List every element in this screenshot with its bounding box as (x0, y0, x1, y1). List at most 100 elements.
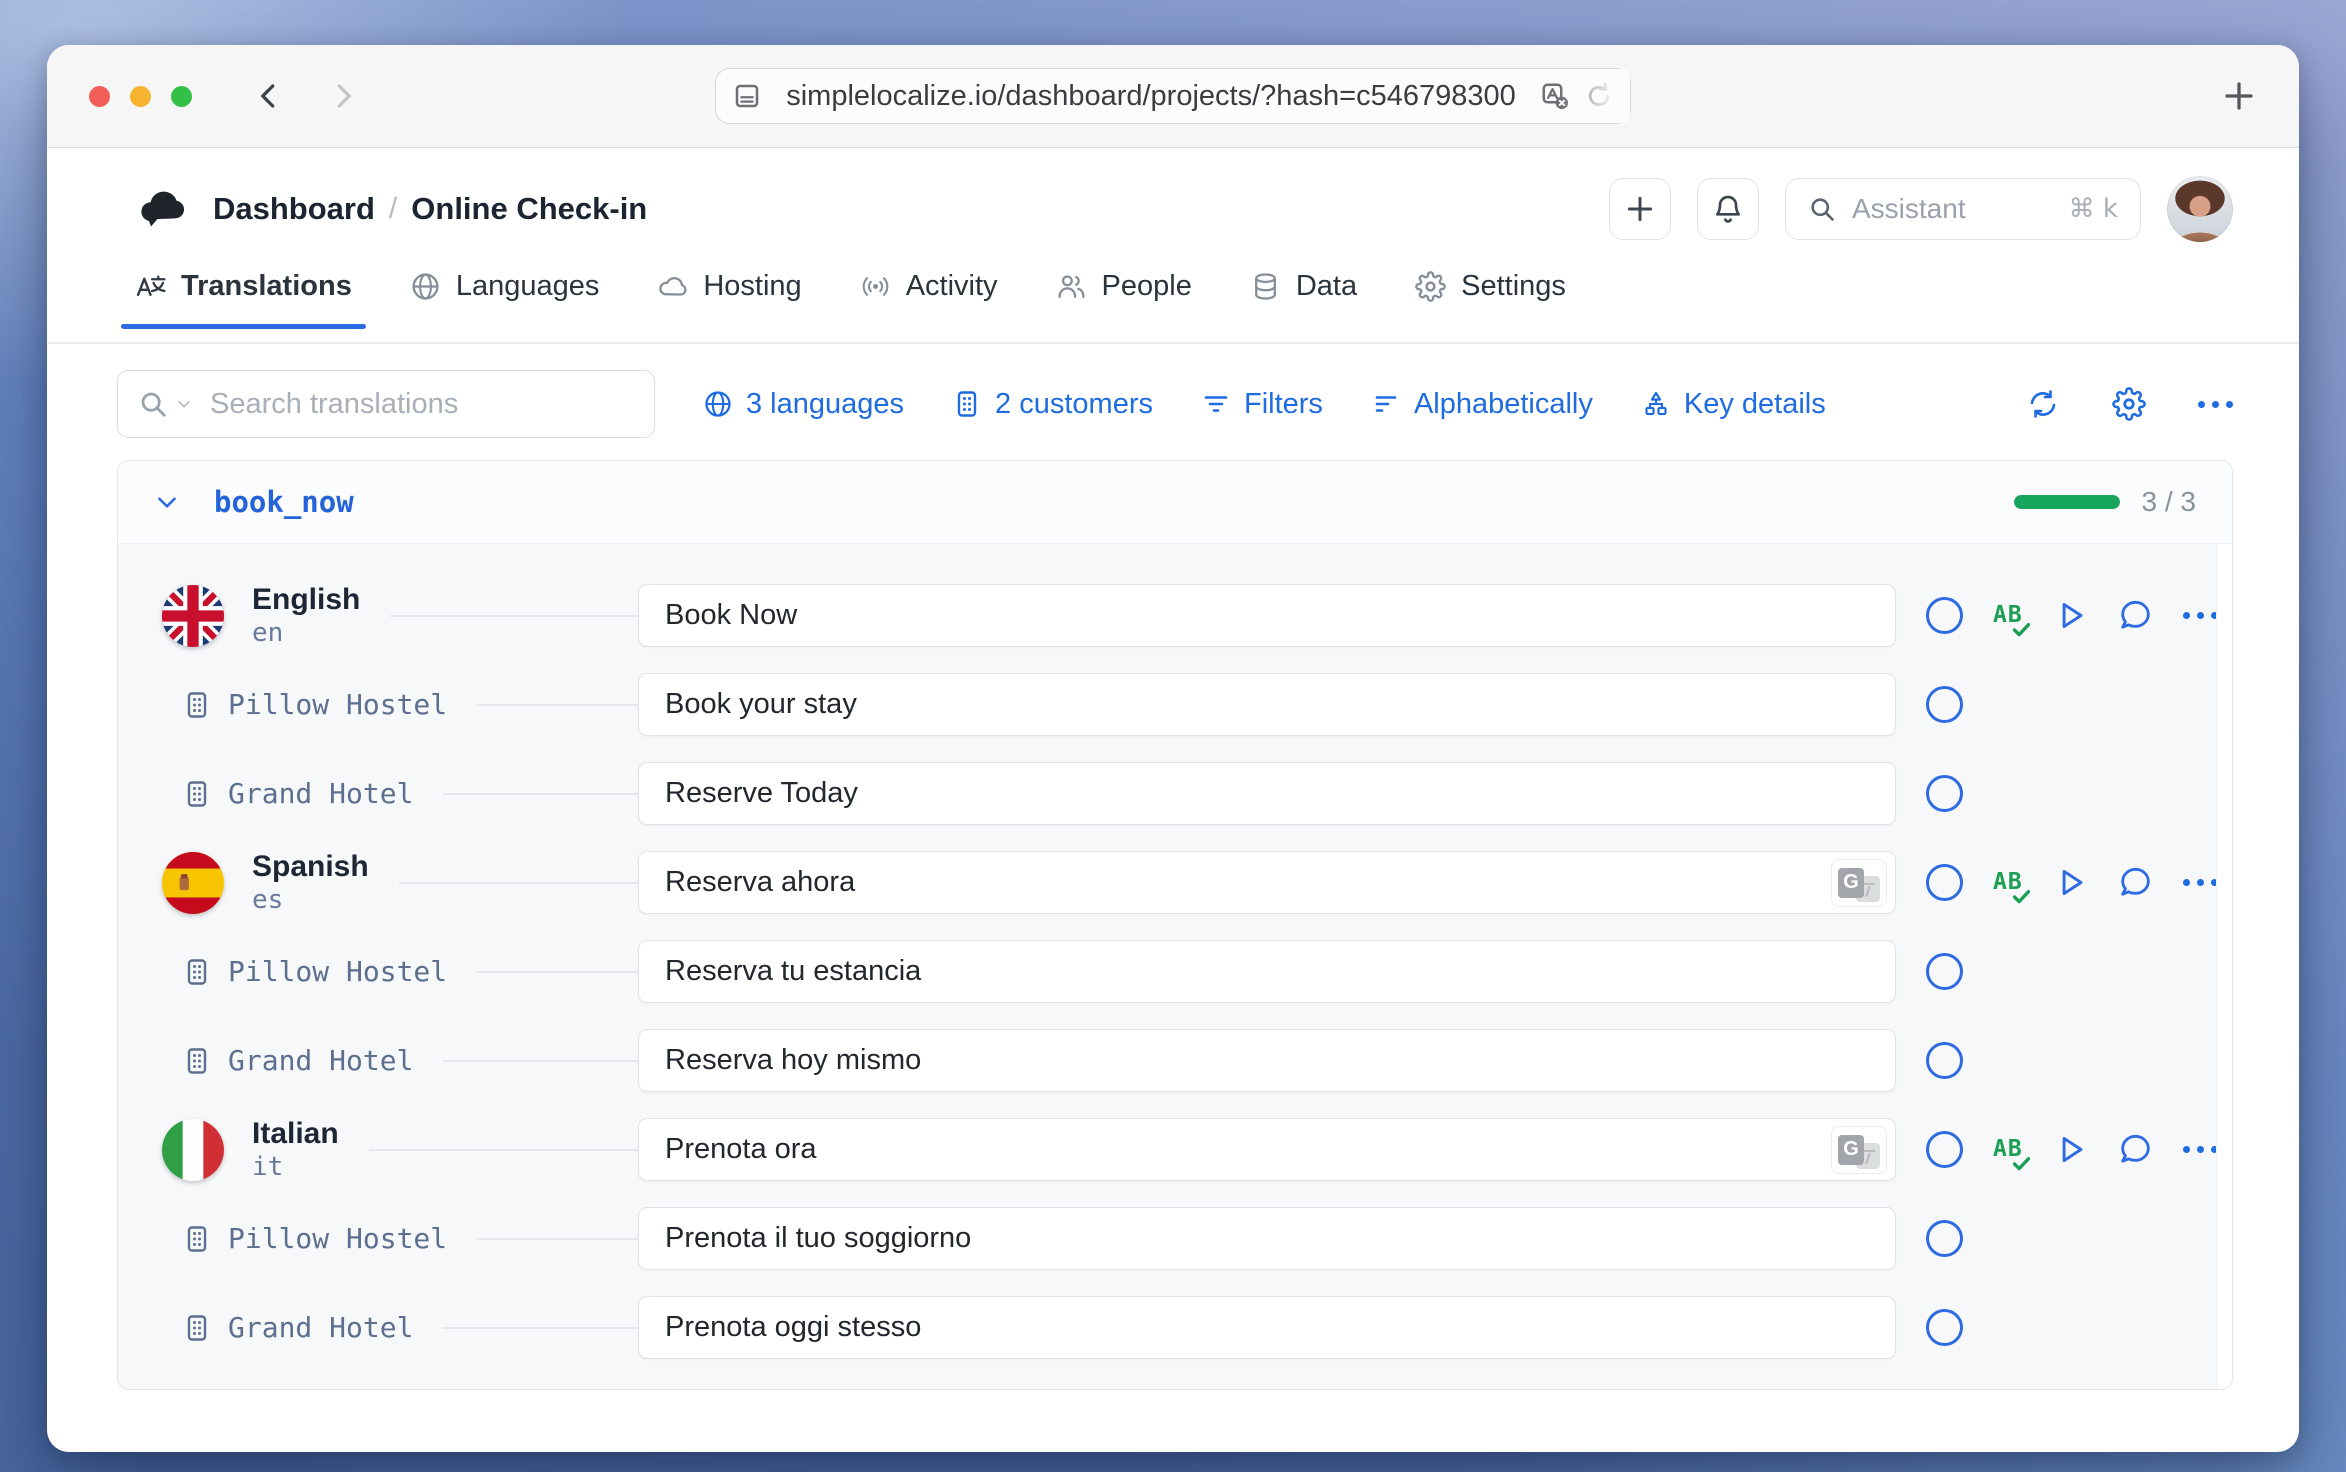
globe-icon (703, 389, 733, 419)
more-options-icon[interactable] (2198, 401, 2233, 408)
search-translations-field[interactable] (117, 370, 655, 438)
connector-line (477, 704, 638, 706)
spellcheck-icon[interactable]: AB (1993, 871, 2023, 894)
status-circle-icon[interactable] (1926, 597, 1963, 634)
spellcheck-icon[interactable]: AB (1993, 604, 2023, 627)
address-bar[interactable]: simplelocalize.io/dashboard/projects/?ha… (715, 68, 1631, 124)
translation-input-pillow-hostel-it[interactable] (638, 1207, 1896, 1270)
building-icon (182, 1313, 212, 1343)
language-name: English (252, 583, 360, 617)
translation-input-pillow-hostel-en[interactable] (638, 673, 1896, 736)
filter-label: Key details (1684, 388, 1826, 421)
translation-input-english[interactable] (638, 584, 1896, 647)
play-icon[interactable] (2053, 598, 2088, 633)
close-button[interactable] (89, 86, 110, 107)
language-name: Spanish (252, 850, 369, 884)
building-icon (182, 1224, 212, 1254)
connector-line (443, 1060, 638, 1062)
scrollbar[interactable] (2216, 544, 2232, 1389)
customer-name: Pillow Hostel (228, 1222, 447, 1255)
people-icon (1056, 271, 1087, 302)
translation-input-pillow-hostel-es[interactable] (638, 940, 1896, 1003)
sort-button[interactable]: Alphabetically (1371, 388, 1593, 421)
tab-label: Hosting (703, 270, 801, 303)
sort-icon (1371, 389, 1401, 419)
tab-data[interactable]: Data (1250, 270, 1357, 327)
building-icon (182, 690, 212, 720)
comment-icon[interactable] (2118, 865, 2153, 900)
reader-view-icon[interactable] (732, 81, 762, 111)
chevron-down-icon[interactable] (176, 396, 192, 412)
flag-spain-icon (162, 852, 224, 914)
status-circle-icon[interactable] (1926, 1042, 1963, 1079)
tab-translations[interactable]: Translations (135, 270, 352, 327)
key-details-button[interactable]: Key details (1641, 388, 1826, 421)
customer-name: Grand Hotel (228, 1044, 413, 1077)
customer-name: Pillow Hostel (228, 688, 447, 721)
tab-hosting[interactable]: Hosting (657, 270, 801, 327)
building-icon (952, 389, 982, 419)
status-circle-icon[interactable] (1926, 953, 1963, 990)
user-avatar[interactable] (2167, 176, 2233, 242)
translation-input-spanish[interactable] (638, 851, 1896, 914)
status-circle-icon[interactable] (1926, 775, 1963, 812)
translation-input-grand-hotel-es[interactable] (638, 1029, 1896, 1092)
breadcrumb-separator: / (389, 192, 397, 226)
translation-row: Pillow Hostel (154, 1207, 2196, 1270)
status-circle-icon[interactable] (1926, 686, 1963, 723)
project-tabs: Translations Languages Hosting Activity … (47, 270, 2299, 342)
tab-languages[interactable]: Languages (410, 270, 600, 327)
assistant-shortcut: ⌘ k (2069, 194, 2118, 224)
gear-icon[interactable] (2112, 387, 2146, 421)
refresh-icon[interactable] (2026, 387, 2060, 421)
spellcheck-icon[interactable]: AB (1993, 1138, 2023, 1161)
google-g: G (1838, 1135, 1864, 1165)
status-circle-icon[interactable] (1926, 1309, 1963, 1346)
translate-icon (135, 271, 166, 302)
filter-icon (1201, 389, 1231, 419)
more-actions-icon[interactable] (2183, 1146, 2218, 1153)
play-icon[interactable] (2053, 865, 2088, 900)
assistant-placeholder: Assistant (1852, 193, 2053, 225)
globe-icon (410, 271, 441, 302)
customer-name: Pillow Hostel (228, 955, 447, 988)
simplelocalize-logo-icon (135, 187, 187, 231)
back-button[interactable] (254, 81, 284, 111)
status-circle-icon[interactable] (1926, 1131, 1963, 1168)
notifications-button[interactable] (1697, 178, 1759, 240)
add-button[interactable] (1609, 178, 1671, 240)
customers-filter-button[interactable]: 2 customers (952, 388, 1153, 421)
customer-name: Grand Hotel (228, 777, 413, 810)
zoom-button[interactable] (171, 86, 192, 107)
forward-button[interactable] (328, 81, 358, 111)
connector-line (390, 615, 638, 617)
minimize-button[interactable] (130, 86, 151, 107)
translation-input-grand-hotel-en[interactable] (638, 762, 1896, 825)
breadcrumb-root[interactable]: Dashboard (213, 191, 375, 227)
tab-people[interactable]: People (1056, 270, 1192, 327)
play-icon[interactable] (2053, 1132, 2088, 1167)
tab-activity[interactable]: Activity (860, 270, 998, 327)
flag-italy-icon (162, 1119, 224, 1181)
search-translations-input[interactable] (210, 388, 634, 421)
tab-label: People (1102, 270, 1192, 303)
translation-key-name[interactable]: book_now (214, 485, 354, 519)
comment-icon[interactable] (2118, 598, 2153, 633)
more-actions-icon[interactable] (2183, 612, 2218, 619)
translation-input-italian[interactable] (638, 1118, 1896, 1181)
status-circle-icon[interactable] (1926, 1220, 1963, 1257)
languages-filter-button[interactable]: 3 languages (703, 388, 904, 421)
url-text[interactable]: simplelocalize.io/dashboard/projects/?ha… (776, 80, 1526, 113)
tab-settings[interactable]: Settings (1415, 270, 1566, 327)
filters-button[interactable]: Filters (1201, 388, 1323, 421)
status-circle-icon[interactable] (1926, 864, 1963, 901)
more-actions-icon[interactable] (2183, 879, 2218, 886)
comment-icon[interactable] (2118, 1132, 2153, 1167)
connector-line (443, 1327, 638, 1329)
breadcrumb-current: Online Check-in (411, 191, 647, 227)
collapse-chevron-icon[interactable] (154, 489, 180, 515)
new-tab-icon[interactable] (2221, 78, 2257, 114)
translation-input-grand-hotel-it[interactable] (638, 1296, 1896, 1359)
assistant-search[interactable]: Assistant ⌘ k (1785, 178, 2141, 240)
gear-icon (1415, 271, 1446, 302)
